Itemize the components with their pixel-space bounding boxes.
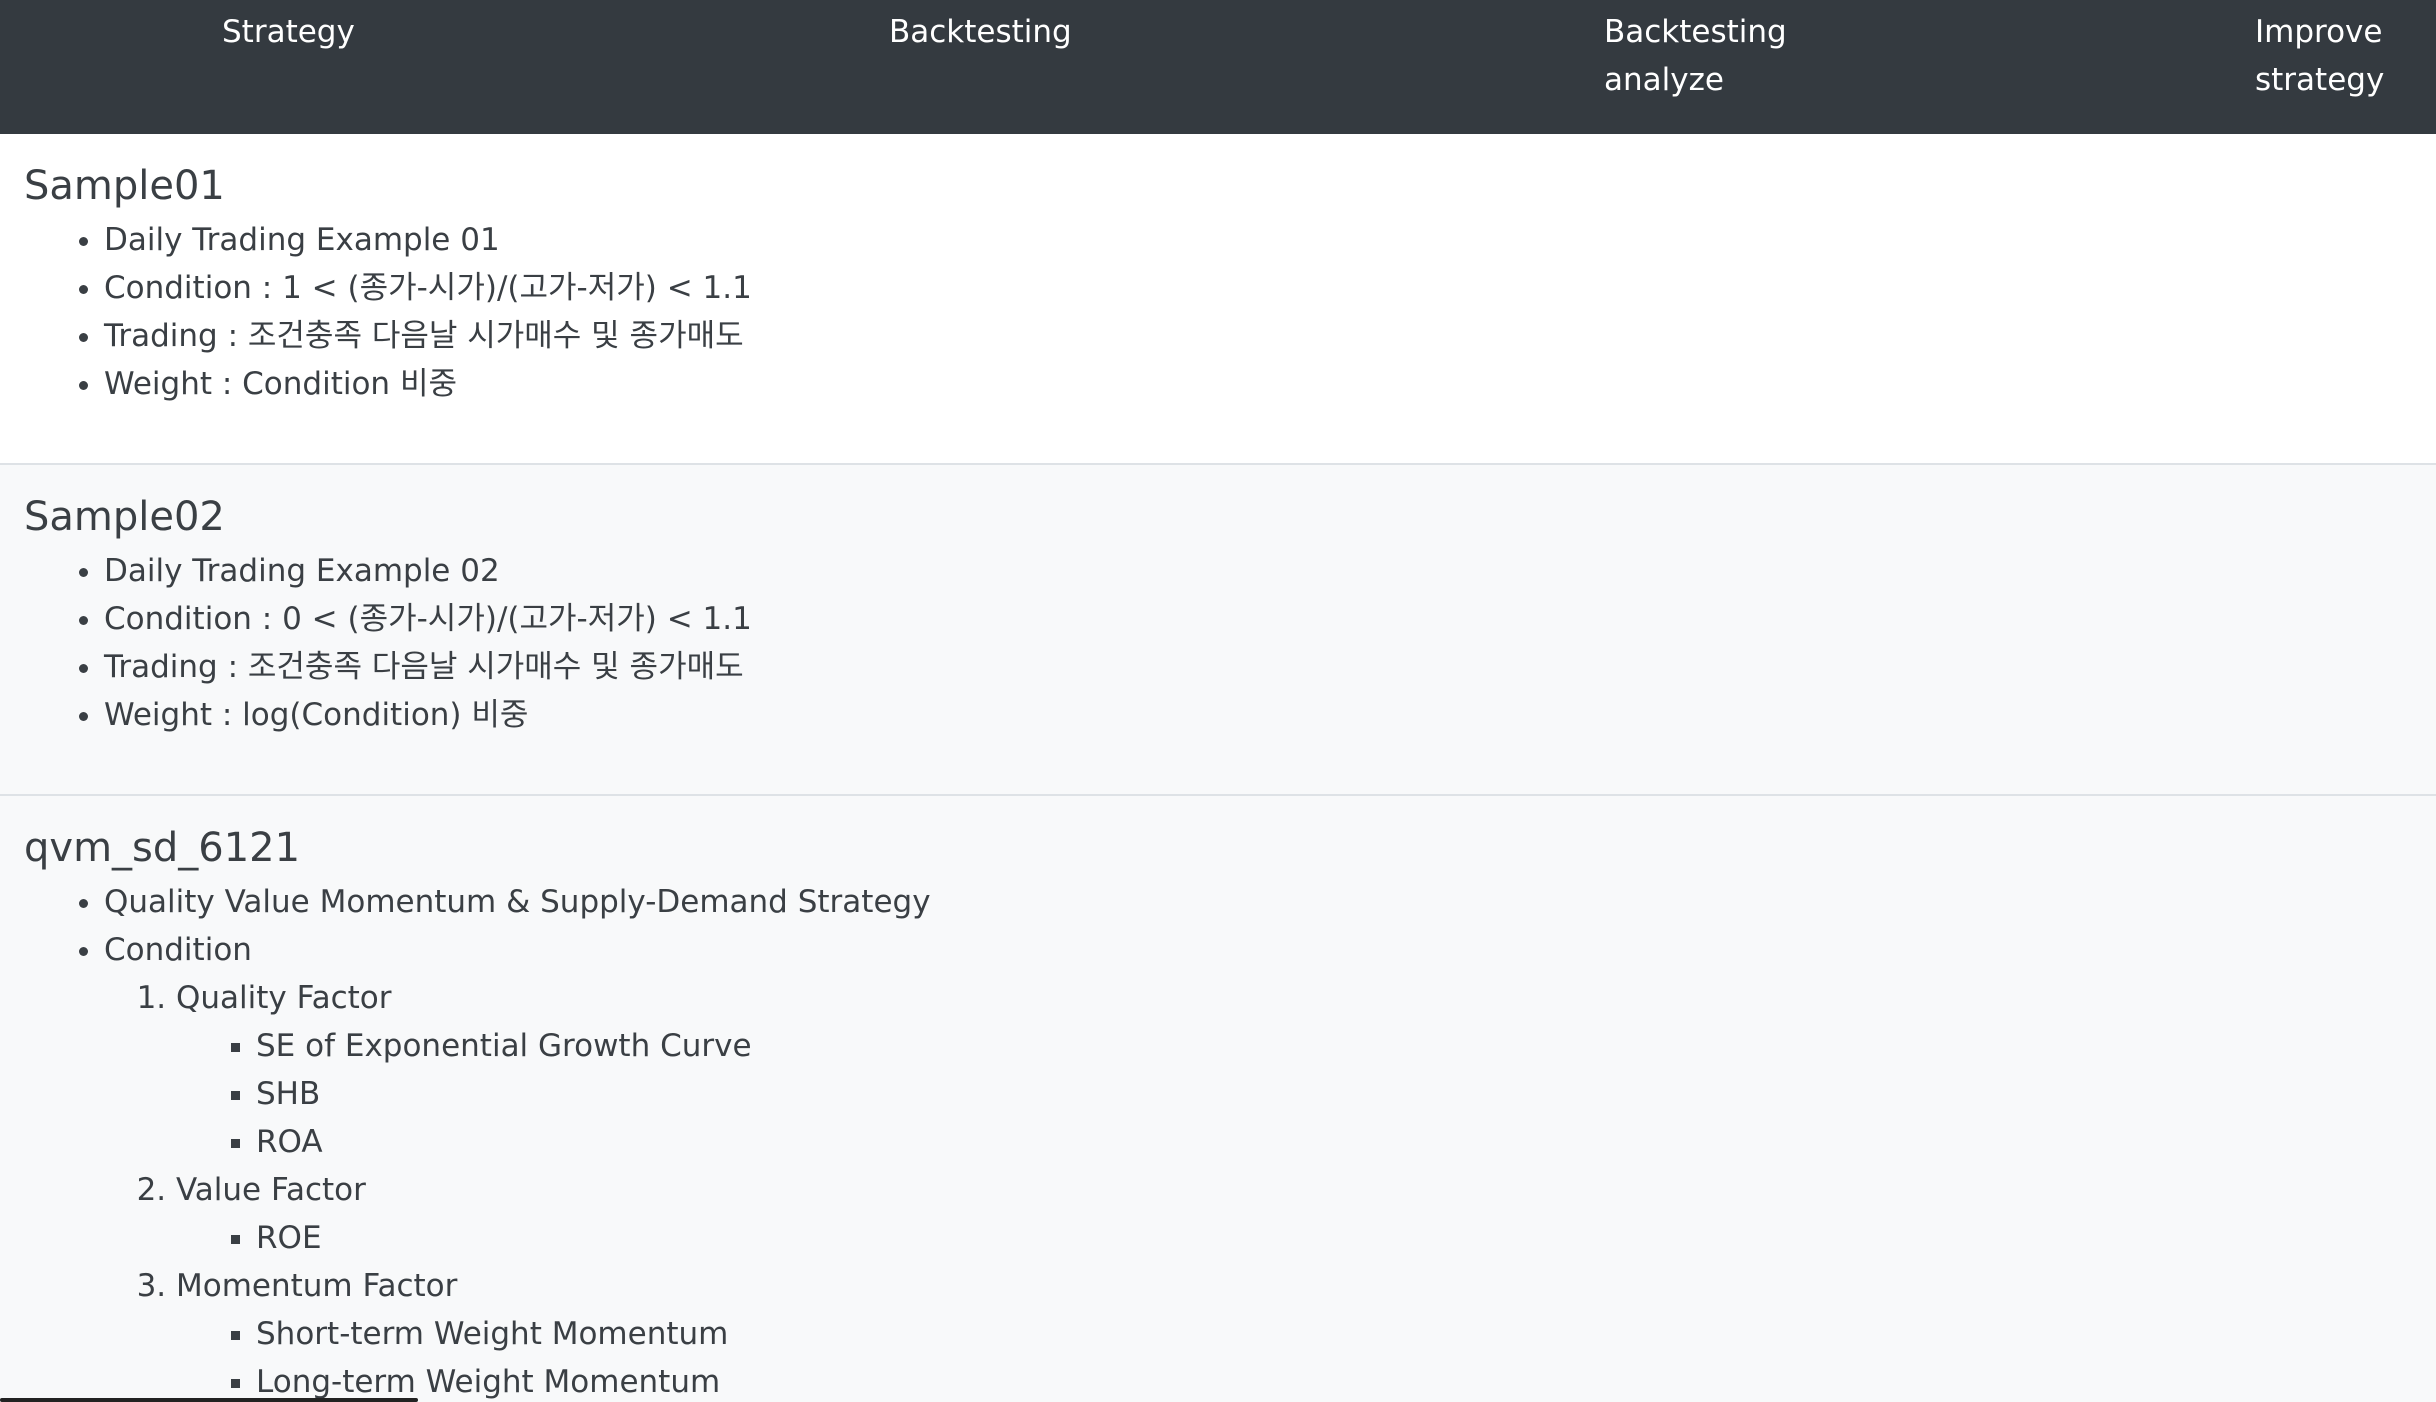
nav-backtesting-analyze-line1: Backtesting bbox=[1604, 14, 1787, 50]
factor-list: Quality Factor SE of Exponential Growth … bbox=[104, 974, 2436, 1402]
list-item: Short-term Weight Momentum bbox=[256, 1310, 2436, 1358]
list-item: Condition : 0 < (종가-시가)/(고가-저가) < 1.1 bbox=[104, 595, 2436, 643]
nav-improve-strategy[interactable]: Improve strategy bbox=[2255, 8, 2384, 104]
list-item: ROA bbox=[256, 1118, 2436, 1166]
list-item: Long-term Weight Momentum bbox=[256, 1358, 2436, 1402]
factor-subitems: ROE bbox=[176, 1214, 2436, 1262]
top-navbar: Strategy Backtesting Backtesting analyze… bbox=[0, 0, 2436, 134]
factor-item-momentum: Momentum Factor Short-term Weight Moment… bbox=[176, 1262, 2436, 1402]
factor-item-value: Value Factor ROE bbox=[176, 1166, 2436, 1262]
list-item: Quality Value Momentum & Supply-Demand S… bbox=[104, 878, 2436, 926]
factor-item-quality: Quality Factor SE of Exponential Growth … bbox=[176, 974, 2436, 1166]
list-item: SHB bbox=[256, 1070, 2436, 1118]
condition-label: Condition bbox=[104, 932, 252, 968]
horizontal-scrollbar-thumb[interactable] bbox=[0, 1398, 418, 1402]
list-item: Weight : Condition 비중 bbox=[104, 360, 2436, 408]
strategy-title: qvm_sd_6121 bbox=[24, 825, 301, 871]
factor-subitems: SE of Exponential Growth Curve SHB ROA bbox=[176, 1022, 2436, 1166]
nav-backtesting-label: Backtesting bbox=[889, 14, 1072, 50]
strategy-details: Daily Trading Example 02 Condition : 0 <… bbox=[24, 547, 2436, 739]
nav-improve-strategy-line2: strategy bbox=[2255, 62, 2385, 98]
nav-strategy[interactable]: Strategy bbox=[222, 8, 355, 56]
strategy-card-sample01: Sample01 Daily Trading Example 01 Condit… bbox=[0, 134, 2436, 465]
strategy-details: Quality Value Momentum & Supply-Demand S… bbox=[24, 878, 2436, 1402]
list-item: Weight : log(Condition) 비중 bbox=[104, 691, 2436, 739]
nav-strategy-label: Strategy bbox=[222, 14, 355, 50]
list-item: ROE bbox=[256, 1214, 2436, 1262]
nav-improve-strategy-line1: Improve bbox=[2255, 14, 2383, 50]
list-item: Trading : 조건충족 다음날 시가매수 및 종가매도 bbox=[104, 312, 2436, 360]
strategy-card-sample02: Sample02 Daily Trading Example 02 Condit… bbox=[0, 465, 2436, 796]
factor-subitems: Short-term Weight Momentum Long-term Wei… bbox=[176, 1310, 2436, 1402]
list-item: Daily Trading Example 02 bbox=[104, 547, 2436, 595]
strategy-title: Sample01 bbox=[24, 163, 225, 209]
strategy-details: Daily Trading Example 01 Condition : 1 <… bbox=[24, 216, 2436, 408]
list-item-condition: Condition Quality Factor SE of Exponenti… bbox=[104, 926, 2436, 1402]
strategy-title: Sample02 bbox=[24, 494, 225, 540]
list-item: Trading : 조건충족 다음날 시가매수 및 종가매도 bbox=[104, 643, 2436, 691]
factor-name: Value Factor bbox=[176, 1172, 366, 1208]
nav-backtesting-analyze[interactable]: Backtesting analyze bbox=[1604, 8, 1787, 104]
strategy-card-qvm-sd-6121: qvm_sd_6121 Quality Value Momentum & Sup… bbox=[0, 796, 2436, 1402]
factor-name: Momentum Factor bbox=[176, 1268, 458, 1304]
nav-backtesting-analyze-line2: analyze bbox=[1604, 62, 1724, 98]
list-item: SE of Exponential Growth Curve bbox=[256, 1022, 2436, 1070]
factor-name: Quality Factor bbox=[176, 980, 392, 1016]
nav-backtesting[interactable]: Backtesting bbox=[889, 8, 1072, 56]
list-item: Daily Trading Example 01 bbox=[104, 216, 2436, 264]
list-item: Condition : 1 < (종가-시가)/(고가-저가) < 1.1 bbox=[104, 264, 2436, 312]
